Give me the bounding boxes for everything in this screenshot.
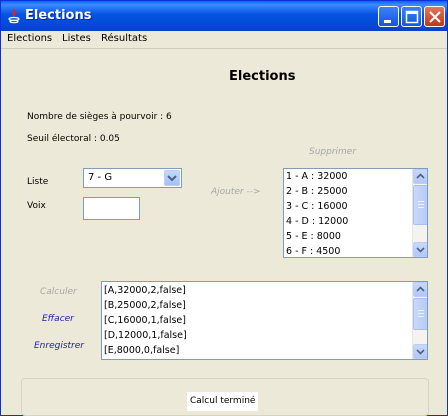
- liste-selected-value: 7 - G: [88, 172, 113, 183]
- chevron-down-icon: [416, 349, 425, 355]
- page-title: Elections: [229, 69, 296, 84]
- chevron-up-icon: [416, 286, 425, 292]
- list-item[interactable]: 6 - F : 4500: [286, 246, 340, 257]
- scroll-up-button[interactable]: [413, 282, 427, 297]
- scroll-up-button[interactable]: [413, 169, 427, 184]
- results-scrollbar[interactable]: [412, 282, 427, 359]
- list-item[interactable]: 4 - D : 12000: [286, 216, 348, 227]
- ajouter-link[interactable]: Ajouter -->: [211, 187, 261, 197]
- grip-line: [418, 313, 424, 314]
- result-item[interactable]: [E,8000,0,false]: [104, 345, 179, 356]
- results-listbox[interactable]: [A,32000,2,false] [B,25000,2,false] [C,1…: [101, 281, 428, 360]
- maximize-icon: [405, 10, 419, 24]
- enregistrer-link[interactable]: Enregistrer: [34, 341, 84, 351]
- menu-elections[interactable]: Elections: [7, 33, 52, 44]
- effacer-link[interactable]: Effacer: [42, 314, 74, 324]
- list-item[interactable]: 5 - E : 8000: [286, 231, 341, 242]
- supprimer-link[interactable]: Supprimer: [309, 147, 356, 157]
- list-item[interactable]: 3 - C : 16000: [286, 201, 348, 212]
- chevron-up-icon: [416, 173, 425, 179]
- lists-scrollbar[interactable]: [412, 169, 427, 257]
- menu-listes[interactable]: Listes: [62, 33, 91, 44]
- result-item[interactable]: [B,25000,2,false]: [104, 300, 186, 311]
- scroll-thumb[interactable]: [413, 185, 427, 225]
- maximize-button[interactable]: [401, 6, 422, 27]
- app-window: Elections Elections Listes Résultats Ele…: [0, 0, 448, 416]
- scroll-down-button[interactable]: [413, 344, 427, 359]
- grip-line: [418, 310, 424, 311]
- close-icon: [429, 11, 441, 23]
- result-item[interactable]: [D,12000,1,false]: [104, 330, 187, 341]
- voix-input[interactable]: [83, 197, 140, 220]
- liste-label: Liste: [27, 177, 49, 187]
- grip-line: [418, 201, 424, 202]
- minimize-button[interactable]: [378, 6, 399, 27]
- status-message: Calcul terminé: [187, 392, 259, 411]
- chevron-down-icon: [416, 247, 425, 253]
- menu-resultats[interactable]: Résultats: [101, 33, 147, 44]
- grip-line: [418, 207, 424, 208]
- list-item[interactable]: 2 - B : 25000: [286, 186, 348, 197]
- result-item[interactable]: [A,32000,2,false]: [104, 285, 186, 296]
- menu-bar: Elections Listes Résultats: [1, 31, 447, 49]
- grip-line: [418, 204, 424, 205]
- scroll-thumb[interactable]: [413, 298, 427, 330]
- minimize-icon: [384, 20, 391, 23]
- java-icon: [8, 8, 20, 24]
- lists-listbox[interactable]: 1 - A : 32000 2 - B : 25000 3 - C : 1600…: [283, 168, 428, 258]
- threshold-label: Seuil électoral : 0.05: [27, 134, 120, 144]
- result-item[interactable]: [C,16000,1,false]: [104, 315, 186, 326]
- calculer-link[interactable]: Calculer: [40, 287, 77, 297]
- list-item[interactable]: 1 - A : 32000: [286, 171, 347, 182]
- seats-label: Nombre de sièges à pourvoir : 6: [27, 112, 172, 122]
- grip-line: [418, 316, 424, 317]
- close-button[interactable]: [424, 6, 445, 27]
- liste-select[interactable]: 7 - G: [83, 168, 182, 188]
- window-title: Elections: [25, 8, 92, 23]
- voix-label: Voix: [27, 201, 46, 211]
- dropdown-button[interactable]: [164, 170, 180, 186]
- chevron-down-icon: [167, 175, 177, 182]
- scroll-down-button[interactable]: [413, 242, 427, 257]
- title-bar[interactable]: Elections: [1, 1, 447, 31]
